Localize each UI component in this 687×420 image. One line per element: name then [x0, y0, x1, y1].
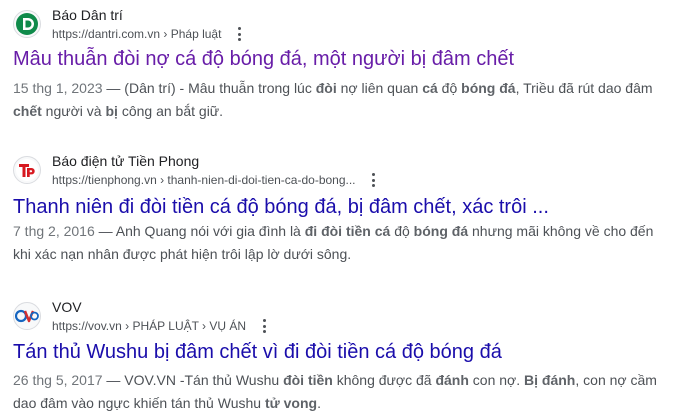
result-source[interactable]: Báo Dân trí https://dantri.com.vn › Pháp…: [13, 5, 245, 43]
site-url: https://dantri.com.vn › Pháp luật: [52, 25, 245, 43]
site-name: Báo Dân trí: [52, 7, 123, 23]
result-date: 7 thg 2, 2016: [13, 223, 95, 239]
highlighted-term: Bị đánh: [524, 372, 576, 388]
highlighted-term: bóng đá: [461, 80, 516, 96]
highlighted-term: tử vong: [264, 395, 318, 411]
result-snippet: 7 thg 2, 2016 — Anh Quang nói với gia đì…: [13, 220, 675, 266]
snippet-text: — Anh Quang nói với gia đình là đi đòi t…: [13, 223, 654, 262]
result-source[interactable]: VOV https://vov.vn › PHÁP LUẬT › VỤ ÁN: [13, 297, 270, 335]
site-url: https://vov.vn › PHÁP LUẬT › VỤ ÁN: [52, 317, 270, 335]
result-title-link[interactable]: Mâu thuẫn đòi nợ cá độ bóng đá, một ngườ…: [13, 46, 514, 72]
vov-favicon-icon: [13, 302, 41, 330]
highlighted-term: chết: [13, 103, 42, 119]
more-options-icon[interactable]: [368, 173, 380, 187]
site-url: https://tienphong.vn › thanh-nien-di-doi…: [52, 171, 380, 189]
result-snippet: 15 thg 1, 2023 — (Dân trí) - Mâu thuẫn t…: [13, 77, 675, 123]
more-options-icon[interactable]: [233, 27, 245, 41]
snippet-text: — VOV.VN -Tán thủ Wushu đòi tiền không đ…: [13, 372, 657, 411]
highlighted-term: đòi: [315, 80, 337, 96]
snippet-text: — (Dân trí) - Mâu thuẫn trong lúc đòi nợ…: [13, 80, 653, 119]
more-options-icon[interactable]: [258, 319, 270, 333]
url-text: https://tienphong.vn › thanh-nien-di-doi…: [52, 173, 356, 187]
site-name: VOV: [52, 299, 82, 315]
result-source[interactable]: Báo điện tử Tiền Phong https://tienphong…: [13, 151, 380, 189]
result-snippet: 26 thg 5, 2017 — VOV.VN -Tán thủ Wushu đ…: [13, 369, 675, 415]
highlighted-term: đòi tiền: [283, 372, 333, 388]
result-title-link[interactable]: Tán thủ Wushu bị đâm chết vì đi đòi tiền…: [13, 339, 502, 365]
url-text: https://vov.vn › PHÁP LUẬT › VỤ ÁN: [52, 319, 247, 333]
highlighted-term: cá: [422, 80, 438, 96]
result-title-link[interactable]: Thanh niên đi đòi tiền cá độ bóng đá, bị…: [13, 194, 549, 220]
highlighted-term: bóng đá: [413, 223, 469, 239]
highlighted-term: bị: [105, 103, 118, 119]
dantri-favicon-icon: [13, 10, 41, 38]
tienphong-favicon-icon: [13, 156, 41, 184]
result-date: 26 thg 5, 2017: [13, 372, 103, 388]
highlighted-term: đánh: [435, 372, 469, 388]
site-name: Báo điện tử Tiền Phong: [52, 153, 200, 169]
highlighted-term: đi đòi tiền cá: [304, 223, 391, 239]
url-text: https://dantri.com.vn › Pháp luật: [52, 27, 222, 41]
result-date: 15 thg 1, 2023: [13, 80, 103, 96]
